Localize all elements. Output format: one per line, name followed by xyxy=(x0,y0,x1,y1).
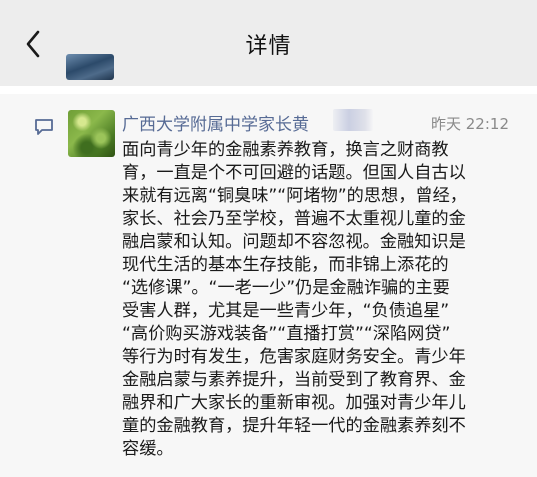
comment-author[interactable]: 广西大学附属中学家长黄 xyxy=(122,110,309,135)
comment-line: 金融启蒙与素养提升，当前受到了教育界、金 xyxy=(122,370,466,390)
page: 详情 广西大学附属中学家长黄 昨天 22:12 面向青少年的金融素养教育，换言之… xyxy=(0,0,537,477)
comment-line: 育，一直是个不可回避的话题。但国人自古以 xyxy=(122,163,466,183)
comment-line: 容缓。 xyxy=(122,439,174,459)
comment-line: 受害人群，尤其是一些青少年，“负债追星” xyxy=(122,301,450,321)
previous-comment-avatar[interactable] xyxy=(66,54,114,80)
redacted-name-blur xyxy=(333,109,373,131)
comment-line: 童的金融教育，提升年轻一代的金融素养刻不 xyxy=(122,416,466,436)
comment-time: 昨天 22:12 xyxy=(431,115,509,133)
comment-item: 广西大学附属中学家长黄 昨天 22:12 面向青少年的金融素养教育，换言之财商教… xyxy=(0,94,537,477)
comment-line: 家长、社会乃至学校，普遍不太重视儿童的金 xyxy=(122,209,466,229)
comment-line: 融启蒙和认知。问题却不容忽视。金融知识是 xyxy=(122,232,466,252)
comment-icon xyxy=(35,119,53,135)
top-nav-bar: 详情 xyxy=(0,0,537,86)
comment-line: 融界和广大家长的重新审视。加强对青少年儿 xyxy=(122,393,466,413)
comment-line: “选修课”。“一老一少”仍是金融诈骗的主要 xyxy=(122,278,450,298)
avatar[interactable] xyxy=(68,110,115,157)
comment-line: 等行为时有发生，危害家庭财务安全。青少年 xyxy=(122,347,466,367)
comment-text: 面向青少年的金融素养教育，换言之财商教 育，一直是个不可回避的话题。但国人自古以… xyxy=(122,139,522,461)
comment-line: “高价购买游戏装备”“直播打赏”“深陷网贷” xyxy=(122,324,451,344)
comment-line: 现代生活的基本生存技能，而非锦上添花的 xyxy=(122,255,449,275)
comment-line: 来就有远离“铜臭味”“阿堵物”的思想，曾经， xyxy=(122,186,467,206)
comment-line: 面向青少年的金融素养教育，换言之财商教 xyxy=(122,140,449,160)
